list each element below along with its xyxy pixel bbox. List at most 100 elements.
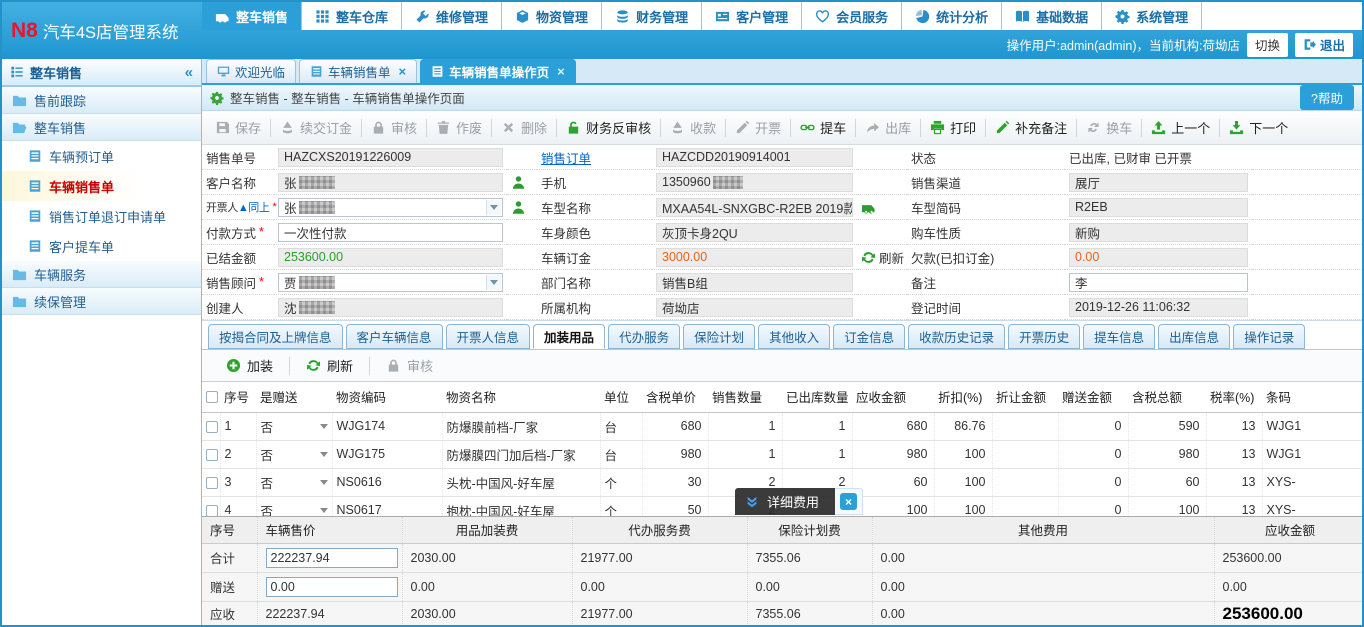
tab-accessories[interactable]: 加装用品 — [533, 324, 605, 349]
delete-button[interactable]: 删除 — [492, 111, 556, 144]
detail-fee-toggle[interactable]: 详细费用 — [735, 488, 835, 515]
logout-button[interactable]: 退出 — [1295, 33, 1353, 57]
swap-vehicle-button[interactable]: 换车 — [1077, 111, 1141, 144]
doc-icon — [28, 179, 42, 193]
tab-invoice-person-info[interactable]: 开票人信息 — [446, 324, 531, 349]
close-icon[interactable]: × — [399, 64, 407, 79]
audit-items-button[interactable]: 审核 — [370, 356, 449, 375]
tab-invoice-history[interactable]: 开票历史 — [1008, 324, 1080, 349]
sidebar-item-order-cancel-request[interactable]: 销售订单退订申请单 — [2, 201, 201, 231]
renew-deposit-button[interactable]: 续交订金 — [271, 111, 361, 144]
channel-label: 销售渠道 — [907, 170, 1065, 195]
invoice-button[interactable]: 开票 — [726, 111, 790, 144]
refresh-icon — [861, 250, 876, 265]
print-button[interactable]: 打印 — [921, 111, 985, 144]
tab-other-income[interactable]: 其他收入 — [758, 324, 830, 349]
audit-button[interactable]: 审核 — [362, 111, 426, 144]
nav-item-vehicle-warehouse[interactable]: 整车仓库 — [302, 2, 402, 30]
row-checkbox[interactable] — [206, 477, 218, 489]
header-right: 整车销售 整车仓库 维修管理 物资管理 财务管理 客户管理 会员服务 统计分析 … — [202, 2, 1362, 59]
redacted-text — [713, 176, 743, 189]
gift-dropdown[interactable]: 否 — [261, 417, 328, 436]
sidebar-item-vehicle-sales-order[interactable]: 车辆销售单 — [2, 171, 201, 201]
reg-time-label: 登记时间 — [907, 295, 1065, 320]
gift-dropdown[interactable]: 否 — [261, 445, 328, 464]
detail-fee-panel-header: 详细费用 × — [735, 488, 863, 515]
tab-deposit-info[interactable]: 订金信息 — [833, 324, 905, 349]
close-icon[interactable]: × — [557, 64, 565, 79]
receive-payment-button[interactable]: 收款 — [661, 111, 725, 144]
car-icon[interactable] — [861, 200, 876, 215]
nav-item-vehicle-sales[interactable]: 整车销售 — [202, 2, 302, 30]
person-icon[interactable] — [511, 175, 526, 190]
breadcrumb: 整车销售 - 整车销售 - 车辆销售单操作页面 — [230, 88, 465, 107]
invoice-person-label: 开票人▲同上* — [202, 195, 274, 220]
sidebar-item-vehicle-service[interactable]: 车辆服务 — [2, 261, 201, 288]
same-as-above-link[interactable]: ▲同上 — [238, 199, 270, 215]
nav-item-system[interactable]: 系统管理 — [1102, 2, 1202, 30]
chevron-down-icon — [320, 424, 328, 433]
void-button[interactable]: 作废 — [427, 111, 491, 144]
sidebar-item-vehicle-sales-group[interactable]: 整车销售 — [2, 114, 201, 141]
invoice-person-select[interactable]: 张 — [278, 198, 503, 217]
sidebar-collapse-icon[interactable]: « — [185, 64, 193, 81]
close-icon[interactable]: × — [840, 493, 857, 510]
row-checkbox[interactable] — [206, 449, 218, 461]
pickup-button[interactable]: 提车 — [791, 111, 855, 144]
advisor-select[interactable]: 贾 — [278, 273, 503, 292]
breadcrumb-bar: 整车销售 - 整车销售 - 车辆销售单操作页面 ?帮助 — [202, 85, 1362, 111]
remark-input[interactable]: 李 — [1069, 273, 1248, 292]
tab-operation-log[interactable]: 操作记录 — [1233, 324, 1305, 349]
gift-dropdown[interactable]: 否 — [261, 501, 328, 517]
save-button[interactable]: 保存 — [206, 111, 270, 144]
nav-item-base-data[interactable]: 基础数据 — [1002, 2, 1102, 30]
person-icon[interactable] — [511, 200, 526, 215]
next-record-button[interactable]: 下一个 — [1220, 111, 1297, 144]
nav-item-finance[interactable]: 财务管理 — [602, 2, 702, 30]
sidebar-item-presale-tracking[interactable]: 售前跟踪 — [2, 87, 201, 114]
chevron-down-icon[interactable] — [486, 275, 501, 290]
box-icon — [515, 9, 530, 24]
refresh-items-button[interactable]: 刷新 — [290, 356, 369, 375]
pay-method-input[interactable]: 一次性付款 — [278, 223, 503, 242]
tab-pickup-info[interactable]: 提车信息 — [1083, 324, 1155, 349]
items-toolbar: 加装 刷新 审核 — [202, 350, 1362, 382]
gift-dropdown[interactable]: 否 — [261, 473, 328, 492]
row-checkbox[interactable] — [206, 421, 218, 433]
tab-insurance-plan[interactable]: 保险计划 — [683, 324, 755, 349]
add-accessory-button[interactable]: 加装 — [210, 356, 289, 375]
sale-order-link[interactable]: 销售订单 — [541, 148, 591, 167]
refresh-control[interactable]: 刷新 — [857, 245, 907, 270]
nav-item-members[interactable]: 会员服务 — [802, 2, 902, 30]
nav-item-repair[interactable]: 维修管理 — [402, 2, 502, 30]
tab-payment-history[interactable]: 收款历史记录 — [908, 324, 1005, 349]
required-mark: * — [259, 225, 264, 239]
tab-sales-order-edit[interactable]: 车辆销售单操作页× — [420, 59, 576, 83]
doc-icon — [28, 149, 42, 163]
finance-unaudit-button[interactable]: 财务反审核 — [557, 111, 660, 144]
select-all-checkbox[interactable] — [206, 391, 218, 403]
tab-customer-vehicle-info[interactable]: 客户车辆信息 — [346, 324, 443, 349]
tab-sales-order-list[interactable]: 车辆销售单× — [299, 59, 417, 83]
monitor-icon — [217, 65, 230, 78]
gift-amount-input[interactable]: 0.00 — [266, 577, 398, 597]
help-button[interactable]: ?帮助 — [1300, 85, 1354, 110]
redacted-text — [299, 301, 335, 314]
row-checkbox[interactable] — [206, 505, 218, 516]
tab-outbound-info[interactable]: 出库信息 — [1158, 324, 1230, 349]
outbound-button[interactable]: 出库 — [856, 111, 920, 144]
sidebar-item-vehicle-preorder[interactable]: 车辆预订单 — [2, 141, 201, 171]
nav-item-materials[interactable]: 物资管理 — [502, 2, 602, 30]
previous-record-button[interactable]: 上一个 — [1142, 111, 1219, 144]
sidebar-item-customer-pickup[interactable]: 客户提车单 — [2, 231, 201, 261]
nav-item-customers[interactable]: 客户管理 — [702, 2, 802, 30]
sidebar-item-renewal-management[interactable]: 续保管理 — [2, 288, 201, 315]
chevron-down-icon[interactable] — [486, 200, 501, 215]
vehicle-price-input[interactable]: 222237.94 — [266, 548, 398, 568]
tab-agency-services[interactable]: 代办服务 — [608, 324, 680, 349]
tab-mortgage-plate-info[interactable]: 按揭合同及上牌信息 — [208, 324, 343, 349]
switch-org-button[interactable]: 切换 — [1247, 33, 1288, 57]
nav-item-statistics[interactable]: 统计分析 — [902, 2, 1002, 30]
add-remark-button[interactable]: 补充备注 — [986, 111, 1076, 144]
tab-welcome[interactable]: 欢迎光临 — [206, 59, 296, 83]
